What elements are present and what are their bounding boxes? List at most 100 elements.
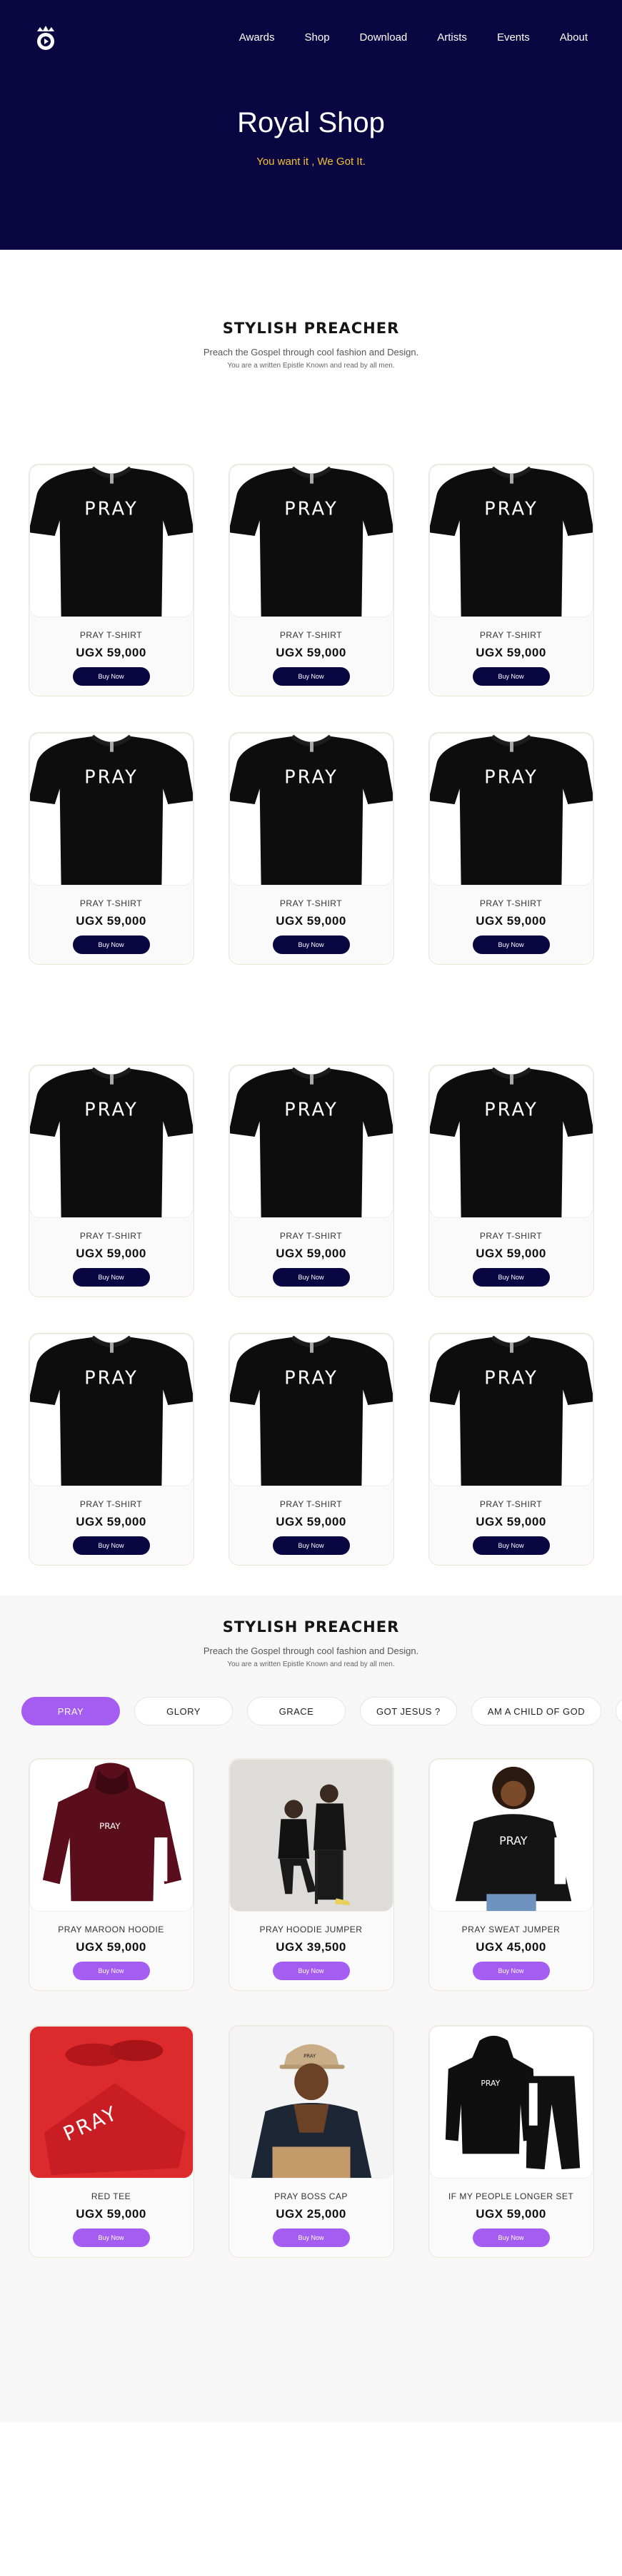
product-card: PRAY PRAY T-SHIRT UGX 59,000 Buy Now [228, 464, 394, 696]
product-card: PRAY HOODIE JUMPER UGX 39,500 Buy Now [228, 1758, 394, 1991]
product-image[interactable] [229, 1759, 393, 1912]
tshirt-image-icon: PRAY [29, 466, 193, 617]
product-image[interactable]: PRAY [29, 1334, 194, 1486]
svg-text:PRAY: PRAY [481, 2079, 500, 2088]
main-nav: Awards Shop Download Artists Events Abou… [209, 31, 588, 44]
red-tee-icon: PRAY [29, 2027, 193, 2178]
product-name: PRAY SWEAT JUMPER [461, 1925, 561, 1934]
product-card: PRAY PRAY T-SHIRT UGX 59,000 Buy Now [428, 464, 594, 696]
product-image[interactable]: PRAY [229, 733, 393, 886]
tab-more[interactable] [616, 1697, 622, 1725]
product-image[interactable]: PRAY [229, 1065, 393, 1218]
product-name: PRAY HOODIE JUMPER [259, 1925, 363, 1934]
buy-now-button[interactable]: Buy Now [472, 1268, 550, 1287]
buy-now-button[interactable]: Buy Now [272, 935, 350, 954]
nav-shop[interactable]: Shop [305, 31, 330, 44]
product-card: PRAY PRAY MAROON HOODIE UGX 59,000 Buy N… [28, 1758, 194, 1991]
product-name: PRAY T-SHIRT [279, 630, 343, 640]
buy-now-button[interactable]: Buy Now [472, 1536, 550, 1555]
tshirt-image-icon: PRAY [229, 466, 393, 617]
tee-print-text: PRAY [84, 1367, 139, 1389]
product-price: UGX 25,000 [276, 2207, 346, 2221]
product-name: PRAY T-SHIRT [79, 898, 143, 908]
product-price: UGX 59,000 [476, 2207, 546, 2221]
product-image[interactable]: PRAY [428, 1065, 593, 1218]
buy-now-button[interactable]: Buy Now [472, 2228, 550, 2247]
product-card: PRAY PRAY T-SHIRT UGX 59,000 Buy Now [28, 732, 194, 965]
buy-now-button[interactable]: Buy Now [272, 1536, 350, 1555]
nav-artists[interactable]: Artists [437, 31, 467, 44]
product-name: PRAY T-SHIRT [279, 1499, 343, 1509]
tshirt-image-icon: PRAY [429, 734, 593, 885]
buy-now-button[interactable]: Buy Now [72, 1536, 150, 1555]
svg-text:PRAY: PRAY [99, 1821, 121, 1831]
product-price: UGX 59,000 [276, 1515, 346, 1528]
buy-now-button[interactable]: Buy Now [272, 1268, 350, 1287]
product-image[interactable]: PRAY [29, 2026, 194, 2179]
models-photo-icon [229, 1760, 393, 1911]
product-image[interactable]: PRAY [29, 465, 194, 617]
section-verse: You are a written Epistle Known and read… [227, 1660, 395, 1668]
tee-print-text: PRAY [84, 498, 139, 519]
buy-now-button[interactable]: Buy Now [472, 667, 550, 686]
buy-now-button[interactable]: Buy Now [72, 1268, 150, 1287]
tab-am-a-child-of-god[interactable]: AM A CHILD OF GOD [471, 1697, 602, 1725]
buy-now-button[interactable]: Buy Now [272, 667, 350, 686]
tshirt-image-icon: PRAY [29, 734, 193, 885]
buy-now-button[interactable]: Buy Now [472, 1962, 550, 1980]
product-image[interactable]: PRAY [29, 733, 194, 886]
product-card: PRAY PRAY T-SHIRT UGX 59,000 Buy Now [228, 1065, 394, 1297]
product-price: UGX 59,000 [276, 914, 346, 928]
featured-grid-row: PRAY PRAY MAROON HOODIE UGX 59,000 Buy N… [0, 1758, 622, 1991]
product-image[interactable]: PRAY [29, 1759, 194, 1912]
section-heading-2: STYLISH PREACHER Preach the Gospel throu… [0, 1618, 622, 1668]
tab-glory[interactable]: GLORY [134, 1697, 233, 1725]
section-title: STYLISH PREACHER [222, 1618, 400, 1636]
product-image[interactable]: PRAY [428, 1334, 593, 1486]
buy-now-button[interactable]: Buy Now [272, 2228, 350, 2247]
product-image[interactable]: PRAY [229, 1334, 393, 1486]
product-card: PRAY IF MY PEOPLE LONGER SET UGX 59,000 … [428, 2025, 594, 2258]
product-price: UGX 59,000 [476, 1515, 546, 1528]
nav-about[interactable]: About [560, 31, 588, 44]
product-image[interactable]: PRAY [428, 2026, 593, 2179]
product-image[interactable]: PRAY [229, 2026, 393, 2179]
tee-print-text: PRAY [484, 1099, 538, 1120]
tee-print-text: PRAY [84, 1099, 139, 1120]
buy-now-button[interactable]: Buy Now [472, 935, 550, 954]
product-name: PRAY T-SHIRT [79, 1499, 143, 1509]
product-name: RED TEE [91, 2191, 131, 2201]
buy-now-button[interactable]: Buy Now [72, 1962, 150, 1980]
product-name: PRAY MAROON HOODIE [58, 1925, 164, 1934]
buy-now-button[interactable]: Buy Now [72, 935, 150, 954]
tee-grid-group-2: PRAY PRAY T-SHIRT UGX 59,000 Buy Now PRA… [0, 1065, 622, 1566]
tab-grace[interactable]: GRACE [247, 1697, 346, 1725]
product-name: PRAY T-SHIRT [79, 1231, 143, 1241]
tee-grid-row: PRAY PRAY T-SHIRT UGX 59,000 Buy Now PRA… [0, 1065, 622, 1297]
tee-print-text: PRAY [284, 1367, 338, 1389]
product-card: PRAY PRAY T-SHIRT UGX 59,000 Buy Now [428, 732, 594, 965]
nav-download[interactable]: Download [360, 31, 408, 44]
tab-pray[interactable]: PRAY [21, 1697, 120, 1725]
tee-print-text: PRAY [284, 766, 338, 788]
product-image[interactable]: PRAY [428, 733, 593, 886]
buy-now-button[interactable]: Buy Now [72, 2228, 150, 2247]
product-image[interactable]: PRAY [229, 465, 393, 617]
product-price: UGX 45,000 [476, 1940, 546, 1954]
buy-now-button[interactable]: Buy Now [72, 667, 150, 686]
product-card: PRAY PRAY T-SHIRT UGX 59,000 Buy Now [428, 1333, 594, 1566]
tshirt-image-icon: PRAY [429, 1335, 593, 1486]
product-image[interactable]: PRAY [428, 465, 593, 617]
crown-logo-icon[interactable] [33, 24, 59, 51]
product-name: PRAY T-SHIRT [479, 630, 543, 640]
tee-print-text: PRAY [84, 766, 139, 788]
tab-got-jesus[interactable]: GOT JESUS ? [360, 1697, 457, 1725]
product-image[interactable]: PRAY [428, 1759, 593, 1912]
tee-print-text: PRAY [284, 1099, 338, 1120]
buy-now-button[interactable]: Buy Now [272, 1962, 350, 1980]
product-card: PRAY PRAY T-SHIRT UGX 59,000 Buy Now [28, 1065, 194, 1297]
boss-cap-model-icon: PRAY [229, 2027, 393, 2178]
nav-events[interactable]: Events [497, 31, 530, 44]
product-image[interactable]: PRAY [29, 1065, 194, 1218]
nav-awards[interactable]: Awards [239, 31, 275, 44]
